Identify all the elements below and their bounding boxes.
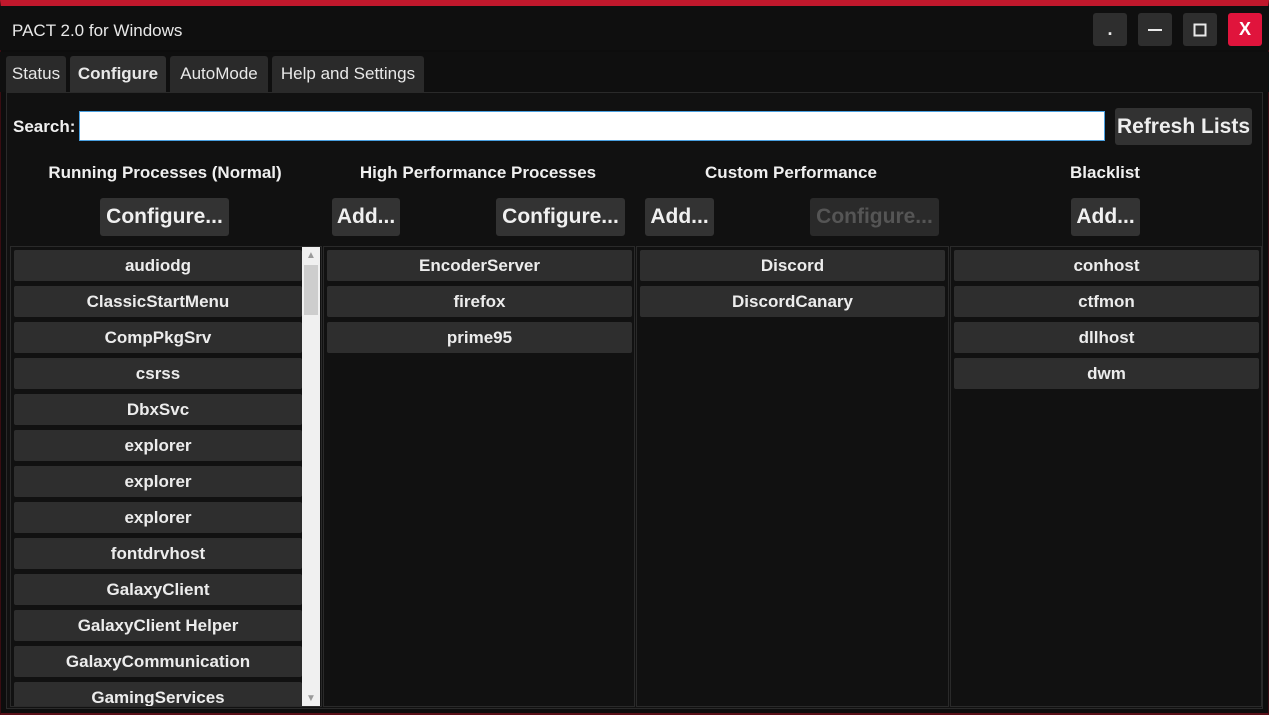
- list-item[interactable]: GalaxyCommunication: [14, 646, 302, 677]
- scroll-down-icon[interactable]: ▼: [302, 690, 320, 706]
- list-item[interactable]: fontdrvhost: [14, 538, 302, 569]
- scrollbar-thumb[interactable]: [304, 265, 318, 315]
- list-item[interactable]: csrss: [14, 358, 302, 389]
- dot-button[interactable]: .: [1093, 13, 1127, 46]
- refresh-lists-button[interactable]: Refresh Lists: [1115, 108, 1252, 145]
- list-item[interactable]: CompPkgSrv: [14, 322, 302, 353]
- list-item[interactable]: conhost: [954, 250, 1259, 281]
- list-item[interactable]: explorer: [14, 466, 302, 497]
- list-item[interactable]: firefox: [327, 286, 632, 317]
- scroll-up-icon[interactable]: ▲: [302, 247, 320, 263]
- high-performance-list[interactable]: EncoderServer firefox prime95: [323, 246, 635, 707]
- list-item[interactable]: Discord: [640, 250, 945, 281]
- close-button[interactable]: X: [1228, 13, 1262, 46]
- list-item[interactable]: DbxSvc: [14, 394, 302, 425]
- list-item[interactable]: GalaxyClient: [14, 574, 302, 605]
- tab-status[interactable]: Status: [6, 56, 66, 92]
- title-bar[interactable]: PACT 2.0 for Windows . X: [0, 6, 1269, 50]
- list-item[interactable]: explorer: [14, 502, 302, 533]
- list-item[interactable]: explorer: [14, 430, 302, 461]
- custom-performance-heading: Custom Performance: [705, 163, 877, 182]
- tab-automode[interactable]: AutoMode: [170, 56, 268, 92]
- maximize-button[interactable]: [1183, 13, 1217, 46]
- list-item[interactable]: ctfmon: [954, 286, 1259, 317]
- custom-performance-list[interactable]: Discord DiscordCanary: [636, 246, 949, 707]
- blacklist-add-button[interactable]: Add...: [1071, 198, 1140, 236]
- list-item[interactable]: DiscordCanary: [640, 286, 945, 317]
- normal-process-list[interactable]: audiodg ClassicStartMenu CompPkgSrv csrs…: [10, 246, 322, 707]
- tab-help-and-settings[interactable]: Help and Settings: [272, 56, 424, 92]
- window-title: PACT 2.0 for Windows: [12, 21, 183, 40]
- list-item[interactable]: dllhost: [954, 322, 1259, 353]
- minimize-button[interactable]: [1138, 13, 1172, 46]
- normal-configure-button[interactable]: Configure...: [100, 198, 229, 236]
- search-input[interactable]: [79, 111, 1105, 141]
- custom-add-button[interactable]: Add...: [645, 198, 714, 236]
- normal-list-scrollbar[interactable]: ▲ ▼: [302, 247, 320, 706]
- list-item[interactable]: dwm: [954, 358, 1259, 389]
- normal-heading: Running Processes (Normal): [48, 163, 282, 182]
- maximize-icon: [1193, 23, 1207, 36]
- list-item[interactable]: audiodg: [14, 250, 302, 281]
- list-item[interactable]: ClassicStartMenu: [14, 286, 302, 317]
- blacklist-heading: Blacklist: [1070, 163, 1140, 182]
- list-item[interactable]: EncoderServer: [327, 250, 632, 281]
- custom-configure-button[interactable]: Configure...: [810, 198, 939, 236]
- high-configure-button[interactable]: Configure...: [496, 198, 625, 236]
- list-item[interactable]: prime95: [327, 322, 632, 353]
- blacklist-list[interactable]: conhost ctfmon dllhost dwm: [950, 246, 1262, 707]
- list-item[interactable]: GalaxyClient Helper: [14, 610, 302, 641]
- list-item[interactable]: GamingServices: [14, 682, 302, 706]
- search-label: Search:: [13, 117, 76, 136]
- tab-configure[interactable]: Configure: [70, 56, 166, 92]
- minimize-icon: [1148, 28, 1162, 31]
- high-performance-heading: High Performance Processes: [359, 163, 597, 182]
- high-add-button[interactable]: Add...: [332, 198, 400, 236]
- tab-bar: Status Configure AutoMode Help and Setti…: [0, 52, 1269, 92]
